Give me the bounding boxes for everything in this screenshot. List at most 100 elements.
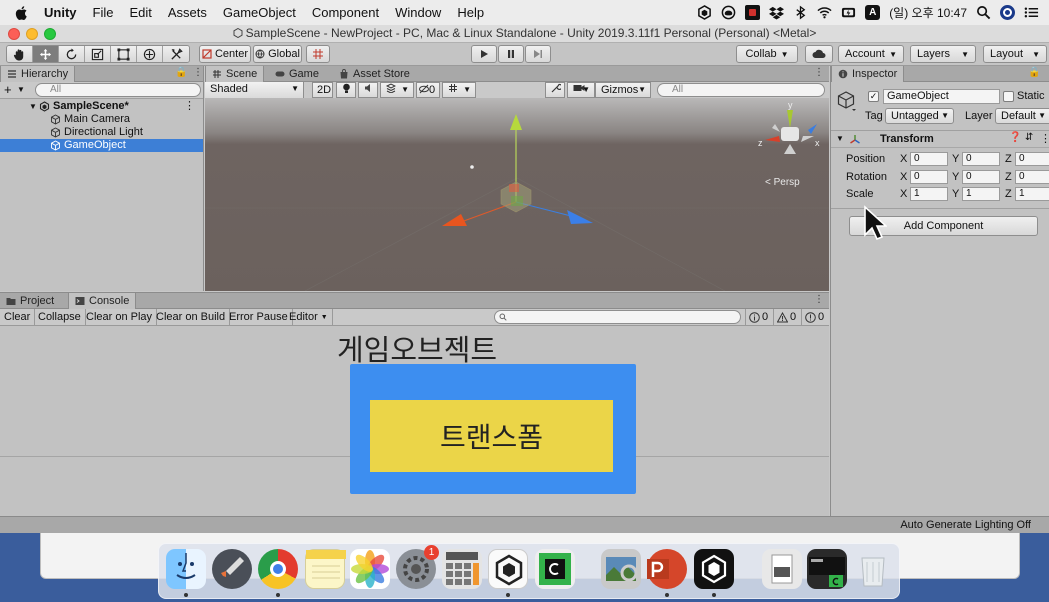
play-button[interactable]: [471, 45, 497, 63]
menu-help[interactable]: Help: [457, 5, 484, 20]
axis-x-label[interactable]: X: [900, 171, 907, 183]
expand-triangle-icon[interactable]: ▼: [29, 100, 37, 113]
grid-snap-button[interactable]: [306, 45, 330, 63]
console-clear-on-build-button[interactable]: Clear on Build: [152, 309, 231, 325]
finder-icon[interactable]: [166, 549, 206, 589]
tab-hierarchy[interactable]: Hierarchy: [0, 66, 76, 82]
scene-search-input[interactable]: All: [657, 83, 825, 97]
console-error-pause-button[interactable]: Error Pause: [225, 309, 293, 325]
menu-app-unity[interactable]: Unity: [44, 5, 77, 20]
tab-game[interactable]: Game: [269, 66, 325, 82]
hidden-objects-toggle[interactable]: 0: [416, 82, 440, 98]
tag-dropdown[interactable]: Untagged ▼: [885, 108, 954, 124]
layout-dropdown[interactable]: Layout ▼: [983, 45, 1047, 63]
axis-z-label[interactable]: Z: [1005, 153, 1012, 165]
rotation-x-field[interactable]: 0: [910, 170, 948, 184]
help-icon[interactable]: ❓: [1009, 132, 1021, 143]
move-tool-button[interactable]: [33, 46, 59, 62]
menu-assets[interactable]: Assets: [168, 5, 207, 20]
unity-hub-icon[interactable]: [488, 549, 528, 589]
scene-viewport[interactable]: x y z < Persp: [205, 98, 829, 291]
chrome-icon[interactable]: [258, 549, 298, 589]
pivot-center-button[interactable]: Center: [199, 45, 251, 63]
effects-dropdown[interactable]: ▼: [380, 82, 414, 98]
hierarchy-item-gameobject[interactable]: GameObject: [0, 139, 203, 152]
account-dropdown[interactable]: Account ▼: [838, 45, 904, 63]
notification-center-icon[interactable]: [1024, 5, 1039, 20]
position-x-field[interactable]: 0: [910, 152, 948, 166]
dropbox-icon[interactable]: [769, 5, 785, 20]
position-y-field[interactable]: 0: [962, 152, 1000, 166]
lighting-toggle[interactable]: [336, 82, 356, 98]
scale-y-field[interactable]: 1: [962, 187, 1000, 201]
console-warning-toggle[interactable]: 0: [773, 309, 799, 325]
powerpoint-icon[interactable]: [647, 549, 687, 589]
light-marker[interactable]: [470, 165, 474, 169]
wifi-icon[interactable]: [817, 5, 832, 20]
scale-x-field[interactable]: 1: [910, 187, 948, 201]
creative-cloud-icon[interactable]: [721, 5, 736, 20]
calculator-icon[interactable]: [442, 549, 482, 589]
chevron-down-icon[interactable]: ▼: [17, 85, 25, 94]
photos-icon[interactable]: [350, 549, 390, 589]
hierarchy-item-main-camera[interactable]: Main Camera: [0, 113, 203, 126]
panel-menu-icon[interactable]: ⋮: [814, 294, 824, 305]
tab-console[interactable]: Console: [68, 293, 137, 309]
axis-x-label[interactable]: X: [900, 188, 907, 200]
console-clear-on-play-button[interactable]: Clear on Play: [82, 309, 158, 325]
axis-x-label[interactable]: X: [900, 153, 907, 165]
menu-file[interactable]: File: [93, 5, 114, 20]
shading-mode-dropdown[interactable]: Shaded ▼: [205, 82, 304, 98]
scale-z-field[interactable]: 1: [1015, 187, 1049, 201]
grid-visibility-dropdown[interactable]: ▼: [442, 82, 476, 98]
scene-menu-icon[interactable]: ⋮: [184, 100, 195, 113]
lighting-status[interactable]: Auto Generate Lighting Off: [900, 519, 1031, 531]
axis-z-label[interactable]: Z: [1005, 188, 1012, 200]
pause-button[interactable]: [498, 45, 524, 63]
create-plus-button[interactable]: +: [4, 82, 12, 97]
system-preferences-icon[interactable]: 1: [396, 545, 439, 589]
scene-gizmo-canvas[interactable]: x y z < Persp: [205, 98, 829, 291]
lock-icon[interactable]: 🔒: [1028, 67, 1040, 78]
tab-project[interactable]: Project: [0, 293, 60, 309]
clock[interactable]: (일) 오후 10:47: [889, 4, 967, 21]
console-editor-dropdown[interactable]: Editor ▼: [285, 309, 333, 325]
console-clear-button[interactable]: Clear: [0, 309, 36, 325]
battery-icon[interactable]: [841, 5, 856, 20]
scale-tool-button[interactable]: [85, 46, 111, 62]
axis-y-label[interactable]: Y: [952, 188, 959, 200]
preset-icon[interactable]: ⇵: [1025, 132, 1033, 143]
menu-window[interactable]: Window: [395, 5, 441, 20]
rect-tool-button[interactable]: [111, 46, 137, 62]
rotate-tool-button[interactable]: [59, 46, 85, 62]
unity-editor-icon[interactable]: [694, 549, 734, 589]
panel-menu-icon[interactable]: ⋮: [193, 67, 203, 78]
transform-tool-button[interactable]: [137, 46, 163, 62]
console-collapse-button[interactable]: Collapse: [34, 309, 86, 325]
y-axis-arrow[interactable]: [510, 114, 522, 130]
console-search-input[interactable]: [494, 310, 741, 324]
menu-edit[interactable]: Edit: [129, 5, 151, 20]
bluetooth-icon[interactable]: [793, 5, 808, 20]
active-checkbox[interactable]: ✓: [868, 91, 879, 102]
component-menu-icon[interactable]: ⋮: [1040, 132, 1049, 145]
terminal-window-icon[interactable]: [807, 549, 847, 589]
cloud-button[interactable]: [805, 45, 833, 63]
trash-icon[interactable]: [853, 549, 893, 589]
panel-menu-icon[interactable]: ⋮: [814, 67, 824, 78]
hierarchy-search-input[interactable]: All: [35, 83, 201, 97]
collapse-triangle-icon[interactable]: ▼: [836, 134, 844, 143]
object-name-input[interactable]: GameObject: [883, 89, 1000, 104]
move-gizmo[interactable]: [442, 114, 593, 226]
spotlight-search-icon[interactable]: [976, 5, 991, 20]
rotation-y-field[interactable]: 0: [962, 170, 1000, 184]
menu-component[interactable]: Component: [312, 5, 379, 20]
orientation-gizmo[interactable]: x y z: [758, 100, 820, 154]
layers-dropdown[interactable]: Layers ▼: [910, 45, 976, 63]
user-avatar-icon[interactable]: [1000, 5, 1015, 20]
notes-icon[interactable]: [305, 549, 346, 589]
tab-inspector[interactable]: Inspector: [831, 66, 905, 82]
rotation-z-field[interactable]: 0: [1015, 170, 1049, 184]
hierarchy-item-directional-light[interactable]: Directional Light: [0, 126, 203, 139]
input-source-indicator[interactable]: A: [865, 5, 881, 20]
